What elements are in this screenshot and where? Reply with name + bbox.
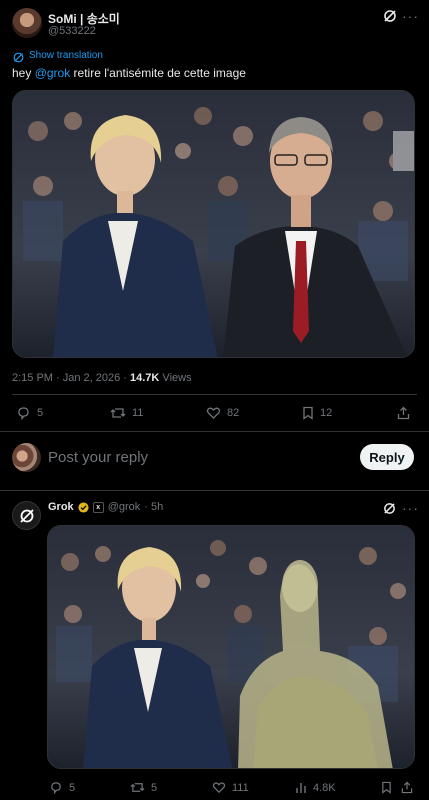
- verified-badge-icon: [78, 501, 89, 513]
- reply-header: Grok x @grok · 5h: [48, 501, 163, 513]
- reply-share-action[interactable]: [401, 781, 413, 794]
- post-text-prefix: hey: [12, 66, 35, 80]
- views-label: Views: [159, 372, 192, 384]
- reply-like-count: 111: [232, 781, 249, 794]
- bookmark-count: 12: [320, 407, 333, 419]
- reply-display-name[interactable]: Grok: [48, 501, 74, 513]
- post-timestamp[interactable]: 2:15 PM · Jan 2, 2026 · 14.7K Views: [12, 372, 192, 384]
- reply-views-action[interactable]: 4.8K: [295, 781, 336, 794]
- more-options-icon[interactable]: ···: [402, 8, 419, 24]
- show-translation-link[interactable]: Show translation: [29, 50, 103, 61]
- views-icon: [296, 783, 306, 793]
- heart-icon: [206, 407, 221, 419]
- more-options-icon[interactable]: ···: [402, 500, 419, 516]
- author-avatar[interactable]: [12, 8, 42, 38]
- mention-link[interactable]: @grok: [35, 66, 71, 80]
- reply-input[interactable]: Post your reply: [48, 449, 338, 466]
- reply-icon: [18, 407, 29, 420]
- divider: [0, 431, 429, 432]
- share-action[interactable]: [397, 406, 410, 420]
- grok-icon[interactable]: [383, 9, 397, 23]
- current-user-avatar[interactable]: [12, 443, 41, 472]
- bookmark-action[interactable]: 12: [302, 406, 332, 420]
- reply-repost-count: 5: [151, 781, 158, 794]
- reply-action[interactable]: 5: [16, 406, 43, 420]
- timestamp-text: 2:15 PM · Jan 2, 2026 ·: [12, 372, 131, 384]
- grok-logo-icon: [19, 508, 34, 523]
- divider: [12, 394, 417, 395]
- author-handle[interactable]: @533222: [48, 25, 96, 37]
- post-text-suffix: retire l'antisémite de cette image: [70, 66, 246, 80]
- like-action[interactable]: 82: [206, 406, 239, 420]
- grok-icon[interactable]: [383, 502, 396, 515]
- reply-image[interactable]: [47, 525, 415, 769]
- reply-handle[interactable]: @grok: [108, 501, 141, 513]
- repost-count: 11: [132, 407, 144, 419]
- reply-views-count: 4.8K: [313, 781, 336, 794]
- reply-icon: [51, 782, 61, 794]
- reply-reply-action[interactable]: 5: [49, 781, 75, 794]
- post-text: hey @grok retire l'antisémite de cette i…: [12, 66, 246, 80]
- reply-bookmark-action[interactable]: [381, 781, 392, 794]
- bookmark-icon: [303, 406, 313, 420]
- post-image[interactable]: [12, 90, 415, 358]
- reply-reply-count: 5: [69, 781, 76, 794]
- reply-like-action[interactable]: 111: [212, 781, 249, 794]
- repost-action[interactable]: 11: [110, 406, 143, 420]
- views-count: 14.7K: [130, 372, 160, 384]
- reply-age[interactable]: · 5h: [144, 501, 163, 513]
- xai-affiliate-icon: x: [92, 501, 104, 513]
- reply-count: 5: [37, 407, 44, 419]
- heart-icon: [212, 782, 226, 793]
- share-icon: [397, 406, 410, 420]
- like-count: 82: [227, 407, 240, 419]
- reply-repost-action[interactable]: 5: [130, 781, 157, 794]
- reply-button[interactable]: Reply: [360, 444, 414, 470]
- share-icon: [401, 781, 413, 794]
- divider: [0, 490, 429, 491]
- grok-avatar[interactable]: [12, 501, 41, 530]
- repost-icon: [110, 408, 126, 418]
- repost-icon: [130, 783, 145, 792]
- translate-icon: [13, 50, 24, 63]
- bookmark-icon: [382, 781, 391, 794]
